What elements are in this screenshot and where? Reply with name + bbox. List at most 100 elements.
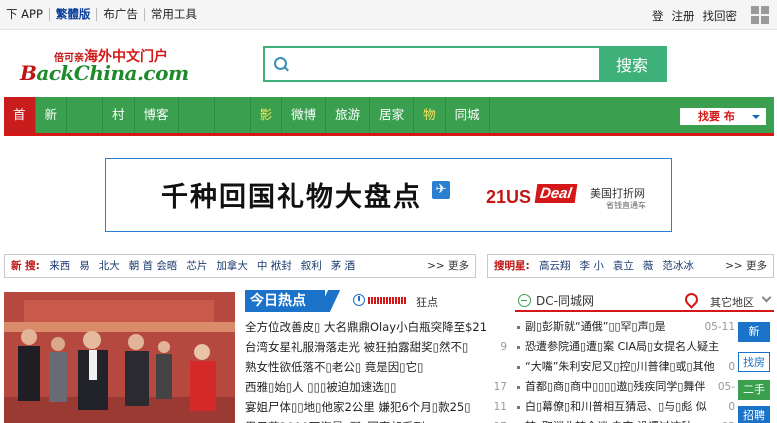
chevron-down-icon[interactable] — [761, 292, 772, 303]
city-news-row[interactable]: “大嘴”朱利安尼又▯控▯川普律▯或▯其他 0 — [515, 357, 735, 377]
most-clicked-tab[interactable]: 狂点 — [416, 294, 438, 310]
nav-item[interactable]: 旅游 — [326, 97, 371, 133]
login-link[interactable]: 登 — [652, 8, 664, 24]
nav-item[interactable]: 首 — [4, 97, 36, 133]
star-search-term[interactable]: 薇 — [643, 260, 654, 272]
news-title: 台湾女星礼服滑落走光 被狂拍露甜奖▯然不▯ — [245, 340, 469, 354]
nav-item[interactable]: 微博 — [282, 97, 327, 133]
search-bar: 搜索 — [263, 46, 667, 82]
news-title: 西雅▯始▯人 ▯▯▯被迫加速选▯▯ — [245, 380, 397, 394]
hot-search-term[interactable]: 朝 首 会晤 — [129, 260, 178, 272]
top-utility-bar: 下 APP 繁體版 布广告 常用工具 登 注册 找回密 — [0, 0, 777, 30]
city-news-row[interactable]: 韩▯取消北韩会谈 白宫:没遇过这种▯▯05 — [515, 417, 735, 423]
side-housing-button[interactable]: 找房 — [738, 352, 770, 372]
city-news-date: 05- — [717, 381, 735, 393]
hot-search-term[interactable]: 中 袱封 — [257, 260, 292, 272]
advertise-link[interactable]: 布广告 — [97, 8, 145, 21]
traditional-chinese-link[interactable]: 繁體版 — [50, 8, 98, 21]
heat-bar-icon — [368, 297, 406, 304]
star-search-term[interactable]: 范冰冰 — [662, 260, 694, 272]
city-news-row[interactable]: 恐遭参院通▯遭▯案 CIA局▯女提名人疑主 — [515, 337, 735, 357]
banner-subtitle: 美国打折网 — [590, 187, 645, 200]
hot-news-tab[interactable]: 今日热点 — [245, 290, 325, 312]
banner-brand-deal: Deal — [534, 184, 578, 203]
news-title: 熟女性欲低落不▯老公▯ 竟是因▯它▯ — [245, 360, 424, 374]
nav-item-blank[interactable] — [67, 97, 104, 133]
search-input[interactable] — [295, 48, 599, 80]
city-header: DC-同城网 其它地区 — [515, 290, 774, 312]
star-searches: 搜明星: 高云翔李 小袁立薇范冰冰 >> 更多 — [487, 254, 774, 278]
news-count: 17 — [494, 417, 507, 423]
hot-search-term[interactable]: 来西 — [49, 260, 70, 272]
minus-circle-icon — [518, 294, 531, 307]
city-news-title: 白▯幕僚▯和川普相互猜忌、▯与▯彪 似 — [525, 400, 707, 413]
side-secondhand-button[interactable]: 二手 — [738, 380, 770, 400]
news-row[interactable]: 男子花2000万海景▯墅▯回家却看到一▯▯▯▯17 — [245, 417, 507, 423]
nav-item[interactable]: 新 — [36, 97, 68, 133]
banner-brand: 21US — [486, 187, 532, 207]
nav-item-blank[interactable] — [179, 97, 215, 133]
city-news-title: “大嘴”朱利安尼又▯控▯川普律▯或▯其他 — [525, 360, 715, 373]
banner-slogan: 省钱直通车 — [606, 201, 646, 210]
news-row[interactable]: 熟女性欲低落不▯老公▯ 竟是因▯它▯ — [245, 357, 507, 377]
site-logo[interactable]: 倍可亲 海外中文门户 BackChina.com — [20, 46, 189, 86]
city-news-row[interactable]: 副▯彭斯就“通俄”▯▯罕▯声▯是 05-11 — [515, 317, 735, 337]
city-news-row[interactable]: 首都▯商▯商中▯▯▯▯遨▯残疾同学▯舞伴 05- — [515, 377, 735, 397]
city-news-date: 0 — [728, 401, 735, 413]
airplane-icon: ✈ — [432, 181, 450, 199]
nav-item[interactable]: 居家 — [370, 97, 415, 133]
top-links: 下 APP 繁體版 布广告 常用工具 — [0, 8, 203, 21]
recover-password-link[interactable]: 找回密 — [703, 8, 738, 24]
grid-menu-icon[interactable] — [751, 6, 769, 24]
city-news-title: 恐遭参院通▯遭▯案 CIA局▯女提名人疑主 — [525, 340, 720, 353]
hot-search-term[interactable]: 加拿大 — [216, 260, 248, 272]
tools-link[interactable]: 常用工具 — [145, 8, 203, 21]
city-news-date: 05 — [722, 417, 735, 423]
news-count: 9 — [500, 341, 507, 353]
news-title: 宴姐尸体▯▯地▯他家2公里 嫌犯6个月▯款25▯ — [245, 400, 471, 414]
side-news-button[interactable]: 新 — [738, 322, 770, 342]
hot-search-term[interactable]: 芯片 — [186, 260, 207, 272]
search-button[interactable]: 搜索 — [599, 48, 665, 80]
nav-item[interactable]: 影 — [251, 97, 283, 133]
hot-search-term[interactable]: 叙利 — [301, 260, 322, 272]
hot-searches-more-link[interactable]: >> 更多 — [427, 255, 469, 277]
city-news-title: 副▯彭斯就“通俄”▯▯罕▯声▯是 — [525, 320, 666, 333]
side-jobs-button[interactable]: 招聘 — [738, 406, 770, 423]
news-row[interactable]: 宴姐尸体▯▯地▯他家2公里 嫌犯6个月▯款25▯ 11 — [245, 397, 507, 417]
news-title: 全方位改善皮▯ 大名鼎鼎Olay小白瓶突降至$21 — [245, 320, 488, 334]
register-link[interactable]: 注册 — [672, 8, 695, 24]
news-count: 17 — [493, 381, 507, 393]
news-row[interactable]: 全方位改善皮▯ 大名鼎鼎Olay小白瓶突降至$21 — [245, 317, 507, 337]
nav-item[interactable]: 博客 — [135, 97, 179, 133]
banner-ad[interactable]: 千种回国礼物大盘点 ✈ 21US Deal 美国打折网 省钱直通车 — [105, 158, 672, 232]
other-regions-link[interactable]: 其它地区 — [710, 294, 754, 310]
hot-search-term[interactable]: 茅 酒 — [331, 260, 355, 272]
hot-searches-label: 新 搜: — [11, 260, 40, 272]
star-search-term[interactable]: 高云翔 — [539, 260, 571, 272]
download-app-link[interactable]: 下 APP — [0, 8, 50, 21]
hot-searches: 新 搜: 来西易北大朝 首 会晤 芯片 加拿大中 袱封 叙利茅 酒 >> 更多 — [4, 254, 476, 278]
nav-item[interactable]: 村 — [103, 97, 135, 133]
nav-item-blank[interactable] — [215, 97, 251, 133]
nav-item[interactable]: 物 — [414, 97, 446, 133]
hot-search-term[interactable]: 北大 — [99, 260, 120, 272]
headline-photo[interactable] — [4, 292, 235, 423]
search-icon — [265, 48, 295, 80]
nav-item[interactable]: 同城 — [446, 97, 490, 133]
star-searches-more-link[interactable]: >> 更多 — [725, 255, 767, 277]
find-dropdown-label: 找要 布 — [698, 110, 735, 123]
main-navigation: 首新村博客 影微博 旅游 居家物同城 找要 布 — [4, 97, 774, 136]
star-search-term[interactable]: 李 小 — [580, 260, 604, 272]
news-count: 11 — [493, 401, 507, 413]
city-title[interactable]: DC-同城网 — [536, 292, 594, 309]
find-dropdown[interactable]: 找要 布 — [680, 108, 766, 125]
banner-title: 千种回国礼物大盘点 — [161, 182, 422, 213]
news-row[interactable]: 西雅▯始▯人 ▯▯▯被迫加速选▯▯ 17 — [245, 377, 507, 397]
city-news-date: 0 — [728, 361, 735, 373]
city-news-row[interactable]: 白▯幕僚▯和川普相互猜忌、▯与▯彪 似 0 — [515, 397, 735, 417]
star-search-term[interactable]: 袁立 — [613, 260, 634, 272]
hot-search-term[interactable]: 易 — [79, 260, 90, 272]
account-links: 登 注册 找回密 — [652, 8, 737, 24]
news-row[interactable]: 台湾女星礼服滑落走光 被狂拍露甜奖▯然不▯ 9 — [245, 337, 507, 357]
